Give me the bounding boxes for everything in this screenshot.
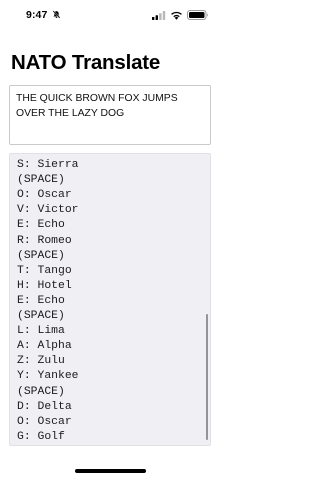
output-line: V: Victor xyxy=(17,204,79,217)
output-line: S: Sierra xyxy=(17,159,79,172)
bell-slash-icon xyxy=(52,10,61,19)
status-bar: 9:47 xyxy=(0,0,221,32)
output-line: (SPACE) xyxy=(17,310,65,323)
app-title: NATO Translate xyxy=(11,51,161,74)
output-line: R: Romeo xyxy=(17,234,72,247)
status-time: 9:47 xyxy=(26,9,48,21)
output-line: G: Golf xyxy=(17,430,65,443)
text-input[interactable]: THE QUICK BROWN FOX JUMPS OVER THE LAZY … xyxy=(9,85,211,145)
output-line: L: Lima xyxy=(17,325,65,338)
output-line: O: Oscar xyxy=(17,189,72,202)
output-list: U: UniformS: Sierra(SPACE)O: OscarV: Vic… xyxy=(17,154,85,445)
battery-icon xyxy=(187,10,208,20)
output-line: Z: Zulu xyxy=(17,355,65,368)
status-indicators xyxy=(152,10,209,20)
home-indicator[interactable] xyxy=(75,469,146,473)
output-line: (SPACE) xyxy=(17,385,65,398)
cellular-signal-icon xyxy=(152,10,166,20)
output-line: E: Echo xyxy=(17,219,65,232)
output-line: (SPACE) xyxy=(17,249,65,262)
output-line: Y: Yankee xyxy=(17,370,79,383)
output-line: T: Tango xyxy=(17,264,72,277)
output-line: D: Delta xyxy=(17,400,72,413)
scrollbar[interactable] xyxy=(205,314,208,440)
output-line: E: Echo xyxy=(17,294,65,307)
output-line: H: Hotel xyxy=(17,279,72,292)
wifi-icon xyxy=(171,11,182,20)
output-line: (SPACE) xyxy=(17,174,65,187)
output-line: A: Alpha xyxy=(17,340,72,353)
translation-output[interactable]: U: UniformS: Sierra(SPACE)O: OscarV: Vic… xyxy=(9,153,211,446)
output-line: O: Oscar xyxy=(17,415,72,428)
